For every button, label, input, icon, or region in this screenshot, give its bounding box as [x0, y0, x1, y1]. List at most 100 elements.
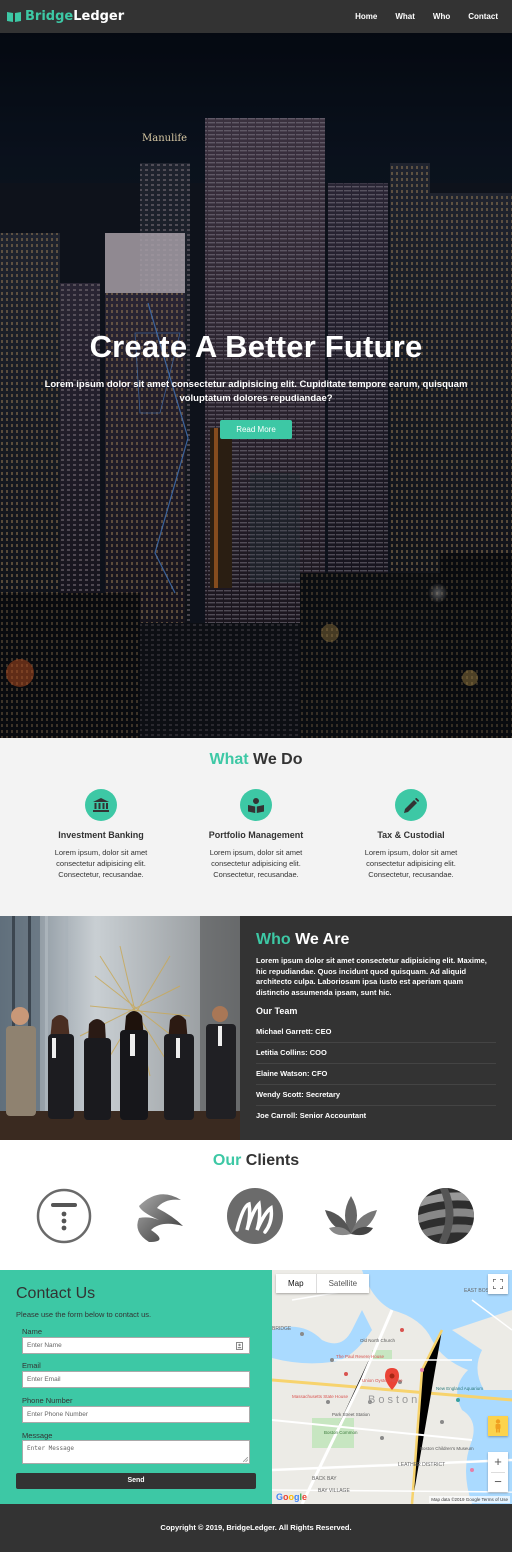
team-photo-image: [0, 916, 240, 1140]
navbar: Bridge Ledger Home What Who Contact: [0, 0, 512, 33]
phone-label: Phone Number: [22, 1396, 73, 1405]
who-title-rest: We Are: [290, 931, 350, 948]
service-icon-circle: [85, 789, 117, 821]
client-logo-leaves: [325, 1196, 377, 1236]
autofill-contact-icon[interactable]: [236, 1342, 243, 1350]
clients-section: Our Clients: [0, 1140, 512, 1270]
service-title: Tax & Custodial: [377, 830, 445, 840]
client-logo-wave-sphere: [137, 1194, 183, 1242]
map-label: New England Aquarium: [436, 1386, 483, 1391]
copyright-text: Copyright © 2019, BridgeLedger. All Righ…: [160, 1523, 352, 1532]
zoom-controls: + −: [488, 1452, 508, 1492]
contact-title: Contact Us: [16, 1285, 96, 1302]
map-label: BRIDGE: [272, 1326, 292, 1332]
read-more-button[interactable]: Read More: [220, 420, 292, 439]
brand-logo[interactable]: Bridge Ledger: [7, 9, 124, 24]
service-icon-circle: [395, 789, 427, 821]
contact-subtitle: Please use the form below to contact us.: [16, 1310, 152, 1319]
map-city-label: Boston: [368, 1394, 420, 1406]
satellite-tab[interactable]: Satellite: [315, 1274, 369, 1293]
map-label: Old North Church: [360, 1338, 396, 1343]
service-text: Lorem ipsum, dolor sit amet consectetur …: [364, 848, 458, 879]
service-title: Portfolio Management: [208, 830, 304, 840]
who-title-accent: Who: [256, 931, 291, 948]
who-we-are-title: Who We Are: [256, 931, 496, 949]
fullscreen-icon: [493, 1279, 503, 1289]
service-icon-circle: [240, 789, 272, 821]
team-member: Elaine Watson: CFO: [256, 1064, 496, 1085]
client-logo-m-circle: [227, 1188, 283, 1244]
team-title: Our Team: [256, 1006, 298, 1016]
hero-text: Lorem ipsum dolor sit amet consectetur a…: [44, 379, 468, 404]
pegman-icon: [495, 1419, 501, 1433]
map-type-toggle: Map Satellite: [276, 1274, 370, 1293]
name-placeholder: Enter Name: [27, 1342, 62, 1349]
service-investment-banking: Investment Banking Lorem ipsum, dolor si…: [16, 789, 186, 880]
map-label: Massachusetts State House: [292, 1394, 349, 1399]
team-photo: [0, 916, 240, 1140]
service-text: Lorem ipsum, dolor sit amet consectetur …: [54, 848, 148, 879]
google-logo: Google: [276, 1492, 308, 1502]
who-we-are-section: Who We Are Lorem ipsum dolor sit amet co…: [0, 916, 512, 1140]
zoom-out-button[interactable]: −: [491, 1472, 505, 1492]
contact-section: Contact Us Please use the form below to …: [0, 1270, 272, 1504]
brand-second: Ledger: [73, 9, 125, 24]
message-field[interactable]: Enter Message: [22, 1440, 250, 1464]
phone-field[interactable]: Enter Phone Number: [22, 1406, 250, 1423]
map-label: Park Street Station: [332, 1412, 370, 1417]
map-label: Union Oyster House: [362, 1378, 403, 1383]
map-label: LEATHER DISTRICT: [398, 1462, 445, 1468]
map-widget[interactable]: Boston EAST BOSTON BACK BAY LEATHER DIST…: [272, 1270, 512, 1504]
map-canvas[interactable]: Boston EAST BOSTON BACK BAY LEATHER DIST…: [272, 1270, 512, 1504]
send-button[interactable]: Send: [16, 1473, 256, 1489]
what-title-accent: What: [209, 751, 249, 768]
what-title-rest: We Do: [248, 751, 303, 768]
hero-section: Manulife Create A Better Future Lorem ip…: [0, 33, 512, 738]
nav-link-who[interactable]: Who: [433, 12, 450, 21]
email-placeholder: Enter Email: [27, 1376, 61, 1383]
zoom-in-button[interactable]: +: [494, 1452, 502, 1472]
map-attribution[interactable]: Map data ©2019 Google Terms of Use: [429, 1496, 510, 1503]
message-placeholder: Enter Message: [27, 1445, 74, 1452]
who-content: Who We Are Lorem ipsum dolor sit amet co…: [256, 931, 496, 1126]
brand-first: Bridge: [25, 9, 74, 24]
hero-sign-text: Manulife: [142, 133, 187, 144]
map-label: The Paul Revere House: [336, 1354, 385, 1359]
services-row: Investment Banking Lorem ipsum, dolor si…: [0, 789, 512, 880]
nav-links: Home What Who Contact: [355, 12, 498, 21]
nav-link-contact[interactable]: Contact: [468, 12, 498, 21]
clients-title-accent: Our: [212, 1152, 242, 1169]
service-text: Lorem ipsum, dolor sit amet consectetur …: [209, 848, 303, 879]
service-tax-custodial: Tax & Custodial Lorem ipsum, dolor sit a…: [326, 789, 496, 880]
name-field[interactable]: Enter Name: [22, 1337, 250, 1354]
hero-content: Create A Better Future Lorem ipsum dolor…: [0, 329, 512, 439]
pencil-icon: [403, 797, 419, 813]
message-label: Message: [22, 1431, 53, 1440]
bank-icon: [93, 798, 109, 812]
phone-placeholder: Enter Phone Number: [27, 1411, 89, 1418]
map-label: Boston Children's Museum: [420, 1446, 474, 1451]
client-logo-striped-sphere: [418, 1188, 474, 1244]
clients-title: Our Clients: [0, 1152, 512, 1170]
team-list: Michael Garrett: CEO Letitia Collins: CO…: [256, 1022, 496, 1126]
hero-title: Create A Better Future: [89, 329, 423, 364]
street-view-button[interactable]: [488, 1416, 508, 1436]
book-reader-icon: [248, 797, 264, 813]
name-label: Name: [22, 1327, 43, 1336]
who-text: Lorem ipsum dolor sit amet consectetur a…: [256, 956, 487, 997]
fullscreen-button[interactable]: [488, 1274, 508, 1294]
map-tab[interactable]: Map: [276, 1274, 316, 1293]
resize-handle-icon[interactable]: [243, 1457, 248, 1462]
service-title: Investment Banking: [58, 830, 144, 840]
nav-link-home[interactable]: Home: [355, 12, 377, 21]
what-we-do-title: What We Do: [0, 751, 512, 769]
nav-link-what[interactable]: What: [395, 12, 415, 21]
team-member: Joe Carroll: Senior Accountant: [256, 1111, 367, 1120]
what-we-do-section: What We Do Investment Banking Lorem ipsu…: [0, 738, 512, 916]
book-open-icon: [7, 12, 21, 22]
email-label: Email: [22, 1361, 41, 1370]
email-field[interactable]: Enter Email: [22, 1371, 250, 1388]
map-label: Boston Common: [324, 1430, 358, 1435]
client-logo-t-circle: [36, 1188, 92, 1244]
clients-title-rest: Clients: [241, 1152, 300, 1169]
